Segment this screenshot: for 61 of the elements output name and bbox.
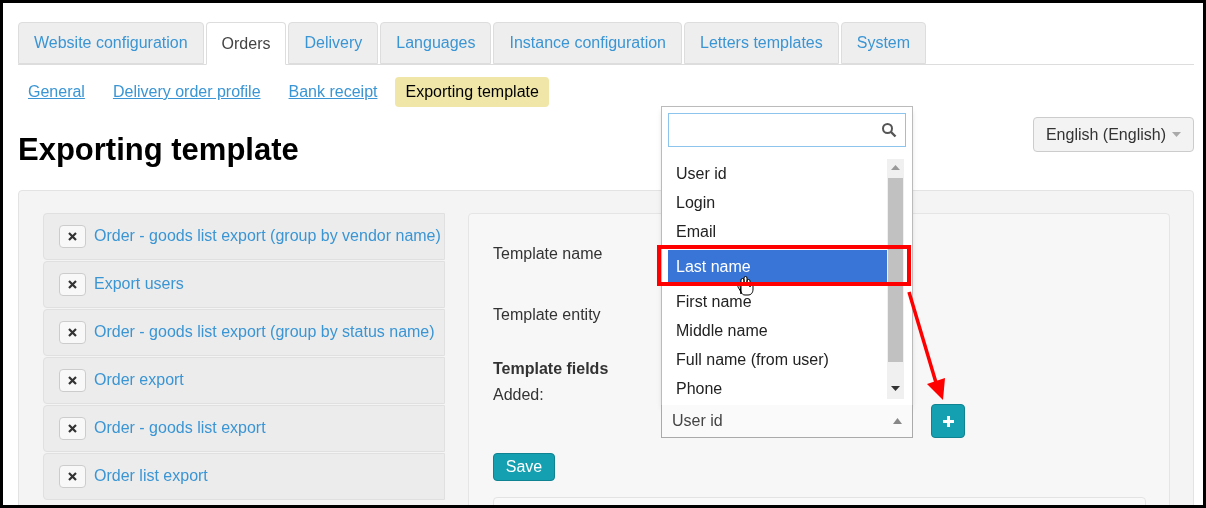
delete-button[interactable] [59,272,86,296]
dropdown-option[interactable]: Last name [668,250,887,283]
field-label: Added: [493,384,544,405]
template-item[interactable]: Export users [43,260,445,308]
close-icon [68,327,77,337]
template-link[interactable]: Export users [94,272,184,296]
caret-icon [893,418,902,424]
dropdown-option[interactable]: Login [668,188,887,217]
delete-button[interactable] [59,368,86,392]
scroll-up-icon [891,165,900,170]
close-icon [68,231,77,241]
search-field[interactable] [668,113,906,147]
dropdown-option[interactable]: Full name (from user) [668,345,887,374]
scroll-down-icon [891,386,900,391]
template-item[interactable]: Order - goods list export [43,404,445,452]
plus-icon [942,415,954,427]
template-link[interactable]: Order - goods list export (group by vendor name) [94,224,441,248]
close-icon [68,471,77,481]
close-icon [68,279,77,289]
tab[interactable]: System [840,22,927,64]
tab[interactable]: Languages [380,22,492,64]
dropdown-option[interactable]: Middle name [668,316,887,345]
template-link[interactable]: Order export [94,368,184,392]
dropdown-option[interactable]: Phone [668,374,887,403]
save-button[interactable]: Save [493,452,555,482]
tab[interactable]: Letters templates [684,22,839,64]
template-link[interactable]: Order list export [94,464,208,488]
field-label: Template entity [493,304,601,325]
tab[interactable]: Website configuration [18,22,204,64]
delete-button[interactable] [59,464,86,488]
caret-icon [1172,132,1181,137]
template-link[interactable]: Order - goods list export (group by status name) [94,320,435,344]
add-button[interactable] [931,404,965,438]
template-item[interactable]: Order list export [43,452,445,500]
template-item[interactable]: Order - goods list export (group by vendor name) [43,212,445,260]
close-icon [68,423,77,433]
hand-cursor-icon [736,274,754,296]
template-item[interactable]: Order export [43,356,445,404]
tab[interactable]: Delivery [288,22,379,64]
dropdown-option[interactable]: Email [668,217,887,246]
template-link[interactable]: Order - goods list export [94,416,266,440]
language-select[interactable]: English (English) [1032,117,1194,152]
search-icon [881,122,897,138]
delete-button[interactable] [59,224,86,248]
template-item[interactable]: Order - goods list export (group by status name) [43,308,445,356]
tab[interactable]: Instance configuration [493,22,682,64]
delete-button[interactable] [59,416,86,440]
tab[interactable]: Orders [205,22,287,65]
dropdown-option[interactable]: First name [668,287,887,316]
subnav-link[interactable]: Bank receipt [288,80,378,104]
close-icon [68,375,77,385]
field-label: Template name [493,243,603,264]
section-title: Template fields [493,358,609,379]
field-select[interactable]: User id [661,405,913,438]
subnav-link[interactable]: Delivery order profile [112,80,261,104]
subnav-link[interactable]: General [28,80,85,104]
page-title: Exporting template [18,131,299,169]
delete-button[interactable] [59,320,86,344]
dropdown-option[interactable]: User id [668,159,887,188]
scrollbar[interactable] [887,159,904,399]
subnav-link[interactable]: Exporting template [395,77,549,107]
